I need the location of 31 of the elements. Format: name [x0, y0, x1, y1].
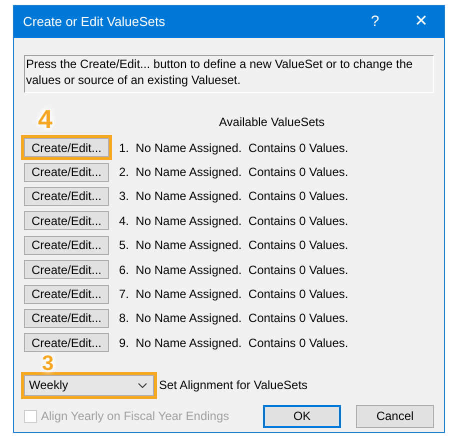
create-edit-button[interactable]: Create/Edit...: [24, 308, 109, 328]
valueset-entry: 8. No Name Assigned. Contains 0 Values.: [119, 310, 348, 328]
list-heading: Available ValueSets: [219, 114, 325, 131]
valueset-entry: 5. No Name Assigned. Contains 0 Values.: [119, 237, 348, 254]
valueset-entry: 7. No Name Assigned. Contains 0 Values.: [119, 286, 348, 304]
create-edit-button[interactable]: Create/Edit...: [24, 260, 109, 280]
valueset-entry: 6. No Name Assigned. Contains 0 Values.: [119, 262, 348, 279]
cancel-button[interactable]: Cancel: [356, 404, 434, 428]
create-edit-button[interactable]: Create/Edit...: [24, 138, 109, 158]
ok-button[interactable]: OK: [263, 404, 341, 428]
help-button[interactable]: ?: [352, 6, 398, 38]
valueset-entry: 1. No Name Assigned. Contains 0 Values.: [119, 140, 348, 157]
valueset-entry: 3. No Name Assigned. Contains 0 Values.: [119, 188, 348, 206]
valueset-entry: 2. No Name Assigned. Contains 0 Values.: [119, 164, 348, 182]
alignment-label: Set Alignment for ValueSets: [159, 377, 308, 394]
window-title: Create or Edit ValueSets: [23, 13, 166, 32]
checkbox-label: Align Yearly on Fiscal Year Endings: [41, 408, 230, 426]
valueset-entry: 9. No Name Assigned. Contains 0 Values.: [119, 334, 348, 352]
close-button[interactable]: ✕: [398, 6, 444, 38]
description-text: Press the Create/Edit... button to define a new ValueSet or to change the values or source of an existing Valueset.: [24, 55, 434, 93]
create-edit-button[interactable]: Create/Edit...: [24, 211, 109, 230]
alignment-dropdown[interactable]: Weekly: [24, 374, 154, 396]
create-edit-button[interactable]: Create/Edit...: [24, 186, 109, 206]
create-edit-button[interactable]: Create/Edit...: [24, 333, 109, 352]
create-edit-button[interactable]: Create/Edit...: [24, 236, 109, 255]
caret-icon: [138, 382, 147, 388]
valueset-entry: 4. No Name Assigned. Contains 0 Values.: [119, 212, 348, 230]
create-edit-button[interactable]: Create/Edit...: [24, 162, 109, 182]
callout-number: 3: [42, 354, 54, 373]
create-edit-button[interactable]: Create/Edit...: [24, 284, 109, 304]
callout-number: 4: [38, 106, 52, 132]
